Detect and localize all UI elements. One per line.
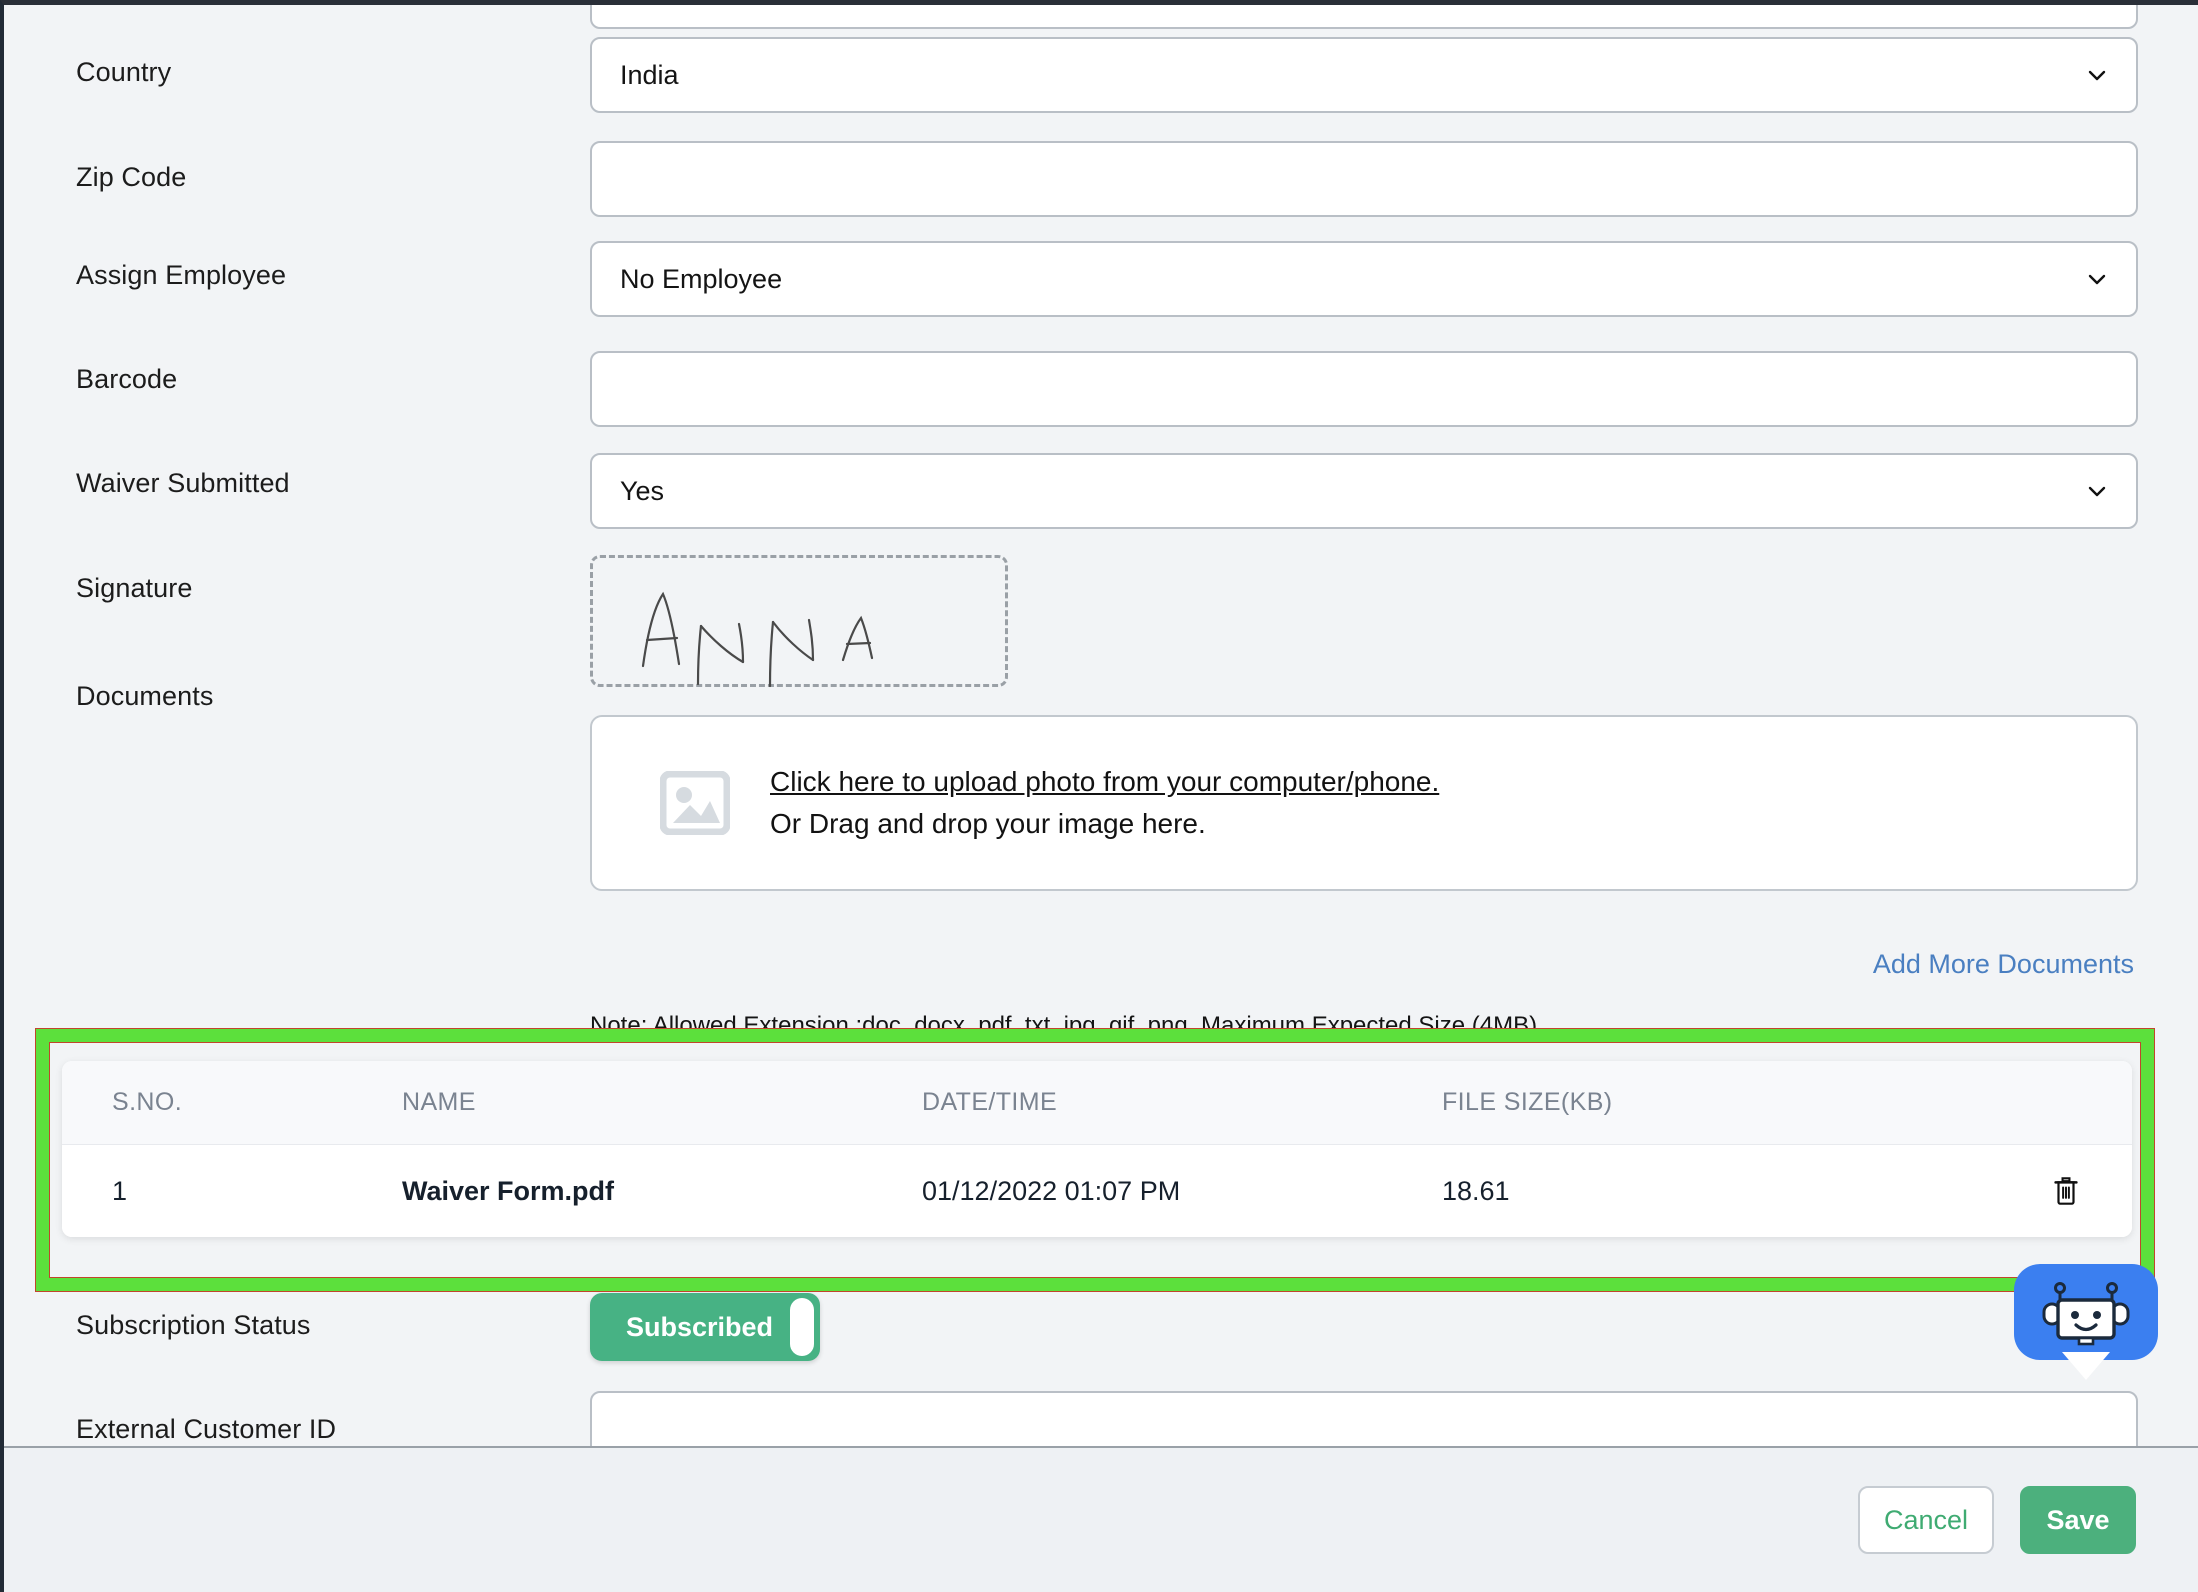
- assign-employee-value: No Employee: [620, 263, 783, 294]
- signature-pad[interactable]: [590, 555, 1008, 688]
- customer-form: Country India Zip Code Assign Employee N…: [4, 5, 2198, 1446]
- label-waiver-submitted: Waiver Submitted: [76, 468, 290, 498]
- drag-drop-hint: Or Drag and drop your image here.: [770, 808, 1206, 839]
- form-action-bar: Cancel Save: [4, 1446, 2198, 1592]
- cell-sno: 1: [112, 1175, 128, 1206]
- documents-note: Note: Allowed Extension :doc, docx, pdf,…: [590, 1012, 1538, 1039]
- field-signature[interactable]: [590, 555, 2138, 688]
- documents-table-container: S.NO. NAME DATE/TIME FILE SIZE(KB) 1 Wai…: [62, 1061, 2132, 1237]
- field-country[interactable]: India: [590, 37, 2138, 113]
- upload-photo-link[interactable]: Click here to upload photo from your com…: [770, 766, 1439, 798]
- field-documents[interactable]: Click here to upload photo from your com…: [590, 715, 2138, 891]
- trash-icon[interactable]: [2052, 1176, 2080, 1206]
- signature-stroke: [641, 591, 874, 688]
- save-button[interactable]: Save: [2020, 1486, 2136, 1554]
- previous-field-partial: [590, 5, 2138, 29]
- column-header-filesize: FILE SIZE(KB): [1442, 1088, 1613, 1116]
- field-subscription-status[interactable]: Subscribed: [590, 1293, 2138, 1361]
- label-barcode: Barcode: [76, 364, 178, 394]
- document-dropzone[interactable]: Click here to upload photo from your com…: [590, 715, 2138, 891]
- cell-name: Waiver Form.pdf: [402, 1175, 615, 1206]
- table-row[interactable]: 1 Waiver Form.pdf 01/12/2022 01:07 PM 18…: [62, 1145, 2132, 1237]
- toggle-knob: [790, 1298, 814, 1356]
- label-documents: Documents: [76, 681, 214, 711]
- label-subscription-status: Subscription Status: [76, 1310, 311, 1340]
- documents-table: S.NO. NAME DATE/TIME FILE SIZE(KB) 1 Wai…: [62, 1061, 2132, 1237]
- cell-filesize: 18.61: [1442, 1175, 1510, 1206]
- cell-datetime: 01/12/2022 01:07 PM: [922, 1175, 1181, 1206]
- external-customer-id-input[interactable]: [590, 1391, 2138, 1446]
- chevron-down-icon: [2084, 62, 2110, 88]
- field-waiver-submitted[interactable]: Yes: [590, 453, 2138, 529]
- column-header-datetime: DATE/TIME: [922, 1088, 1058, 1116]
- field-external-customer-id[interactable]: [590, 1391, 2138, 1446]
- subscription-toggle[interactable]: Subscribed: [590, 1293, 820, 1361]
- robot-chat-icon: [2042, 1282, 2130, 1346]
- chevron-down-icon: [2084, 266, 2110, 292]
- assign-employee-select[interactable]: No Employee: [590, 241, 2138, 317]
- image-placeholder-icon: [659, 770, 731, 836]
- field-zip-code[interactable]: [590, 141, 2138, 217]
- label-zip-code: Zip Code: [76, 162, 187, 192]
- waiver-submitted-value: Yes: [620, 475, 665, 506]
- cell-actions: [1962, 1176, 2132, 1206]
- field-barcode[interactable]: [590, 351, 2138, 427]
- cancel-button[interactable]: Cancel: [1858, 1486, 1994, 1554]
- column-header-sno: S.NO.: [112, 1088, 183, 1116]
- chatbot-launcher[interactable]: [2014, 1264, 2158, 1382]
- country-select[interactable]: India: [590, 37, 2138, 113]
- chatbot-bubble-tail: [2062, 1352, 2110, 1380]
- label-signature: Signature: [76, 573, 193, 603]
- app-window: Country India Zip Code Assign Employee N…: [0, 0, 2198, 1592]
- table-header-row: S.NO. NAME DATE/TIME FILE SIZE(KB): [62, 1061, 2132, 1145]
- add-more-documents-link[interactable]: Add More Documents: [1873, 949, 2134, 980]
- label-country: Country: [76, 57, 172, 87]
- column-header-name: NAME: [402, 1088, 476, 1116]
- subscription-toggle-label: Subscribed: [626, 1311, 774, 1342]
- country-value: India: [620, 59, 679, 90]
- waiver-submitted-select[interactable]: Yes: [590, 453, 2138, 529]
- barcode-input[interactable]: [590, 351, 2138, 427]
- field-assign-employee[interactable]: No Employee: [590, 241, 2138, 317]
- chevron-down-icon: [2084, 478, 2110, 504]
- label-assign-employee: Assign Employee: [76, 260, 287, 290]
- zip-code-input[interactable]: [590, 141, 2138, 217]
- label-external-customer-id: External Customer ID: [76, 1414, 337, 1444]
